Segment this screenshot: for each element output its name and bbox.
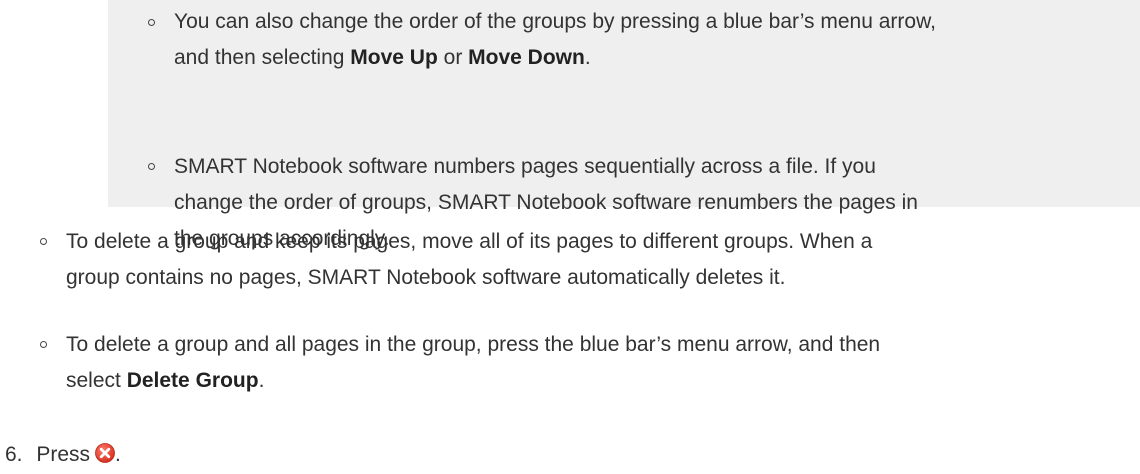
sub-item-delete-group: To delete a group and all pages in the g… [66, 327, 880, 399]
step-text: Press [36, 443, 91, 466]
text-line: You can also change the order of the gro… [174, 10, 936, 33]
text-line: group contains no pages, SMART Notebook … [66, 266, 786, 289]
text-line: select Delete Group. [66, 369, 265, 392]
bold-term: Move Up [350, 46, 438, 69]
bold-term: Move Down [468, 46, 585, 69]
close-icon[interactable] [95, 439, 115, 463]
text-line: change the order of groups, SMART Notebo… [174, 191, 918, 214]
sub-item-keep-pages: To delete a group and keep its pages, mo… [66, 224, 872, 296]
bullet-icon [40, 238, 47, 245]
text-line: To delete a group and keep its pages, mo… [66, 230, 873, 253]
bullet-icon [148, 19, 155, 26]
text-line: SMART Notebook software numbers pages se… [174, 155, 876, 178]
step-6: 6. Press . [5, 437, 121, 473]
bullet-icon [40, 341, 47, 348]
step-text-end: . [115, 443, 121, 466]
bold-term: Delete Group [126, 369, 259, 392]
bullet-icon [148, 163, 155, 170]
text-line: To delete a group and all pages in the g… [66, 333, 881, 356]
text-line: and then selecting Move Up or Move Down. [174, 46, 591, 69]
step-number: 6. [5, 443, 23, 466]
note-item-reorder: You can also change the order of the gro… [174, 4, 936, 76]
